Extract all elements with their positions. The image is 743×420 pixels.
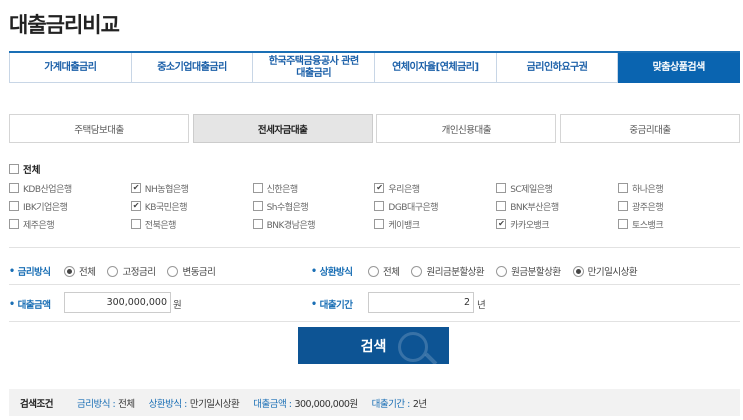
bank-all-checkbox[interactable]: 전체 [9,162,40,176]
rate-type-fixed-radio[interactable]: 고정금리 [107,264,156,278]
repay-type-principal-radio[interactable]: 원금분할상환 [496,264,561,278]
checkbox[interactable] [130,183,141,193]
bank-row: KDB산업은행 NH농협은행 신한은행 우리은행 SC제일은행 하나은행 [9,179,740,197]
divider [9,321,740,322]
checkbox[interactable] [252,201,263,211]
summary-key: 금리방식 : [76,398,116,410]
period-unit: 년 [477,300,486,311]
radio[interactable] [368,265,379,277]
bank-grid: KDB산업은행 NH농협은행 신한은행 우리은행 SC제일은행 하나은행 IBK… [9,179,740,233]
subtab-mortgage[interactable]: 주택담보대출 [9,114,189,143]
tab-overdue-rate[interactable]: 연체이자율[연체금리] [375,53,497,83]
checkbox[interactable] [9,219,19,229]
repay-type-label: 상환방식 [311,264,353,278]
checkbox[interactable] [496,201,507,211]
search-button[interactable]: 검색 [298,327,449,364]
amount-input[interactable]: 300,000,000 [64,292,171,313]
tab-household-loan-rate[interactable]: 가계대출금리 [9,53,132,83]
bank-checkbox-bnk-busan[interactable]: BNK부산은행 [496,200,618,213]
bank-checkbox-dgb[interactable]: DGB대구은행 [374,200,496,213]
checkbox[interactable] [374,201,385,211]
bank-checkbox-jeju[interactable]: 제주은행 [9,218,131,231]
checkbox[interactable] [252,219,263,229]
checkbox[interactable] [130,201,141,211]
divider [9,247,740,248]
checkbox[interactable] [252,183,263,193]
checkbox[interactable] [130,219,141,229]
subtab-personal-credit[interactable]: 개인신용대출 [376,114,557,143]
checkbox[interactable] [617,201,628,211]
divider [9,284,740,285]
summary-value: 만기일시상환 [189,398,240,410]
bank-checkbox-hana[interactable]: 하나은행 [617,182,740,195]
bank-checkbox-kbank[interactable]: 케이뱅크 [374,218,496,231]
checkbox[interactable] [496,219,507,229]
tab-sme-loan-rate[interactable]: 중소기업대출금리 [131,53,254,83]
bank-checkbox-kdb[interactable]: KDB산업은행 [9,182,131,195]
search-summary-bar: 검색조건 금리방식 : 전체 상환방식 : 만기일시상환 대출금액 :300,000… [9,389,740,416]
amount-label: 대출금액 [9,297,51,311]
checkbox[interactable] [374,183,385,193]
search-icon-handle [424,352,438,364]
tab-rate-cut-request[interactable]: 금리인하요구권 [496,53,619,83]
bank-checkbox-sc[interactable]: SC제일은행 [496,182,618,195]
period-label: 대출기간 [311,297,353,311]
radio[interactable] [107,265,119,277]
radio[interactable] [572,265,584,277]
bank-checkbox-sh[interactable]: Sh수협은행 [252,200,375,213]
summary-value: 300,000,000원 [294,398,358,410]
amount-unit: 원 [173,300,182,311]
summary-value: 전체 [118,398,135,410]
page-title: 대출금리비교 [9,13,120,37]
bank-row: 제주은행 전북은행 BNK경남은행 케이뱅크 카카오뱅크 토스뱅크 [9,215,740,233]
rate-type-all-radio[interactable]: 전체 [64,264,96,278]
tab-hf-loan-rate[interactable]: 한국주택금융공사 관련 대출금리 [253,53,376,83]
tab-custom-product-search[interactable]: 맞춤상품검색 [618,53,741,83]
radio[interactable] [496,265,508,277]
sub-tabs: 주택담보대출 전세자금대출 개인신용대출 중금리대출 [9,114,740,143]
subtab-mid-rate[interactable]: 중금리대출 [559,114,740,143]
period-input[interactable]: 2 [368,292,474,313]
bank-checkbox-jeonbuk[interactable]: 전북은행 [130,218,253,231]
bank-checkbox-nh[interactable]: NH농협은행 [130,182,253,195]
bank-checkbox-ibk[interactable]: IBK기업은행 [9,200,131,213]
repay-type-all-radio[interactable]: 전체 [368,264,400,278]
rate-type-label: 금리방식 [9,264,51,278]
subtab-jeonse[interactable]: 전세자금대출 [192,114,373,143]
bank-checkbox-bnk-gyeongnam[interactable]: BNK경남은행 [252,218,375,231]
repay-type-principal-interest-radio[interactable]: 원리금분할상환 [411,264,485,278]
summary-key: 대출금액 : [253,398,292,410]
checkbox[interactable] [617,219,628,229]
bank-row: IBK기업은행 KB국민은행 Sh수협은행 DGB대구은행 BNK부산은행 광주… [9,197,740,215]
bank-checkbox-kakaobank[interactable]: 카카오뱅크 [496,218,618,231]
checkbox[interactable] [9,164,19,174]
bank-checkbox-woori[interactable]: 우리은행 [374,182,496,195]
rate-type-variable-radio[interactable]: 변동금리 [167,264,216,278]
checkbox[interactable] [617,183,628,193]
rate-type-radio-group: 전체 고정금리 변동금리 [64,264,227,278]
search-icon [398,332,428,362]
summary-head: 검색조건 [20,398,53,410]
bank-checkbox-gwangju[interactable]: 광주은행 [617,200,740,213]
checkbox[interactable] [374,219,385,229]
top-tabs: 가계대출금리 중소기업대출금리 한국주택금융공사 관련 대출금리 연체이자율[연… [9,51,741,83]
bank-checkbox-tossbank[interactable]: 토스뱅크 [617,218,740,231]
summary-key: 대출기간 : [371,398,411,410]
search-button-label: 검색 [360,338,387,355]
radio[interactable] [167,265,179,277]
bank-checkbox-kb[interactable]: KB국민은행 [130,200,253,213]
bank-checkbox-shinhan[interactable]: 신한은행 [252,182,375,195]
repay-type-radio-group: 전체 원리금분할상환 원금분할상환 만기일시상환 [368,264,649,278]
checkbox[interactable] [9,183,19,193]
summary-value: 2년 [412,398,427,410]
summary-key: 상환방식 : [148,398,188,410]
checkbox[interactable] [9,201,19,211]
radio[interactable] [411,265,423,277]
repay-type-bullet-radio[interactable]: 만기일시상환 [572,264,638,278]
radio[interactable] [64,265,75,277]
checkbox[interactable] [496,183,507,193]
